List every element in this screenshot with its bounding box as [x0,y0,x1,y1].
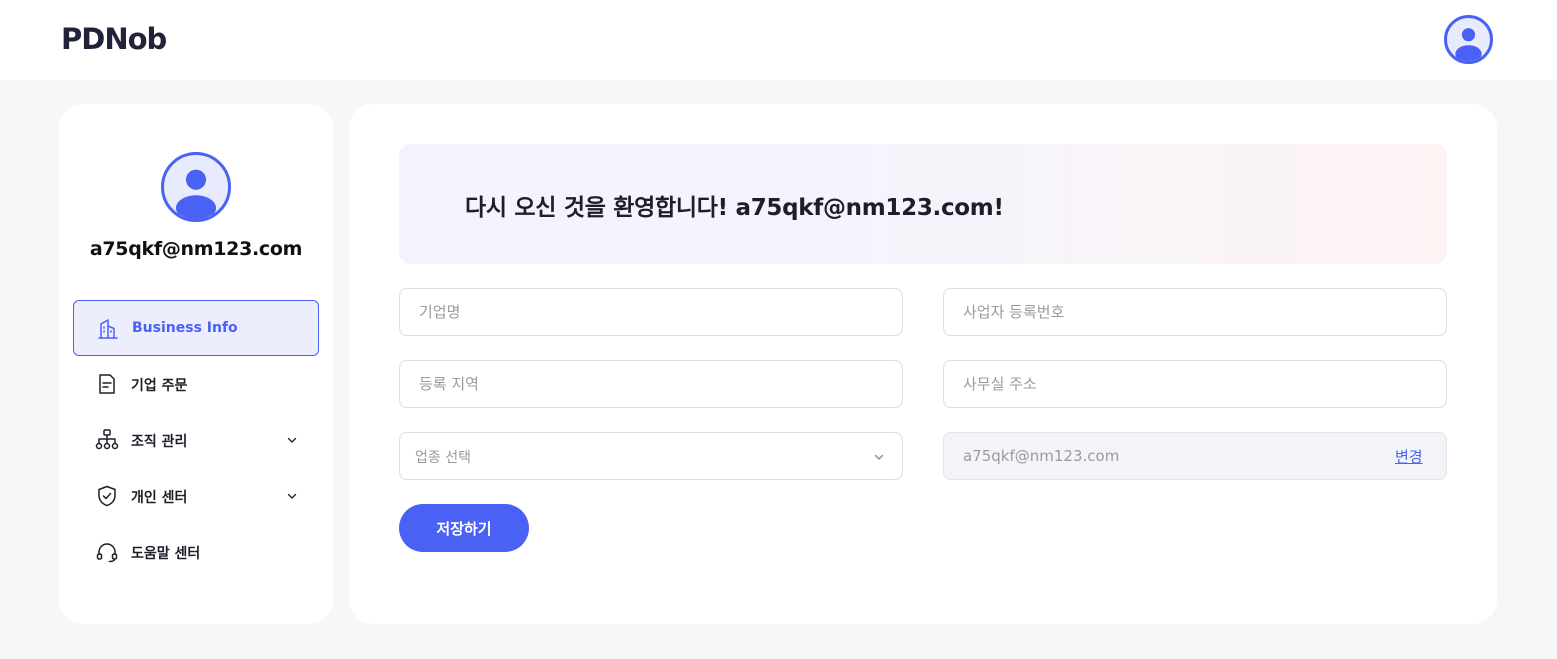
org-chart-icon [95,428,119,452]
region-field[interactable] [399,360,903,408]
save-button[interactable]: 저장하기 [399,504,529,552]
sidebar-item-enterprise-orders[interactable]: 기업 주문 [73,356,319,412]
sidebar-item-label: 조직 관리 [131,434,188,450]
sidebar: a75qkf@nm123.com Business Info 기업 주문 조직 … [59,104,333,624]
welcome-message: 다시 오신 것을 환영합니다! a75qkf@nm123.com! [465,195,1004,221]
sidebar-email: a75qkf@nm123.com [89,238,303,260]
headset-icon [95,540,119,564]
chevron-down-icon[interactable] [285,433,299,447]
document-icon [95,372,119,396]
user-avatar-button[interactable] [1444,15,1493,64]
industry-select[interactable]: 업종 선택 [399,432,903,480]
sidebar-item-org-management[interactable]: 조직 관리 [73,412,319,468]
sidebar-item-label: 기업 주문 [131,378,188,394]
office-address-input[interactable] [944,361,1446,407]
logo[interactable]: PDNob [61,22,167,56]
industry-select-value: 업종 선택 [415,450,471,466]
change-email-link[interactable]: 변경 [1395,446,1423,467]
shield-check-icon [95,484,119,508]
sidebar-item-help-center[interactable]: 도움말 센터 [73,524,319,580]
user-avatar-icon [175,169,217,219]
chevron-down-icon[interactable] [285,489,299,503]
region-input[interactable] [400,361,902,407]
business-reg-no-input[interactable] [944,289,1446,335]
user-avatar-icon [1455,28,1482,61]
building-icon [96,317,120,341]
sidebar-avatar [161,152,231,222]
chevron-down-icon [872,450,886,464]
office-address-field[interactable] [943,360,1447,408]
welcome-banner: 다시 오신 것을 환영합니다! a75qkf@nm123.com! [399,144,1447,264]
sidebar-item-personal-center[interactable]: 개인 센터 [73,468,319,524]
top-bar: PDNob [0,0,1557,80]
sidebar-item-business-info[interactable]: Business Info [73,300,319,356]
sidebar-item-label: Business Info [132,320,238,336]
email-field: a75qkf@nm123.com 변경 [943,432,1447,480]
company-name-input[interactable] [400,289,902,335]
sidebar-item-label: 도움말 센터 [131,546,201,562]
main-panel: 다시 오신 것을 환영합니다! a75qkf@nm123.com! 업종 선택 … [349,104,1497,624]
company-name-field[interactable] [399,288,903,336]
email-value: a75qkf@nm123.com [963,447,1120,465]
business-reg-no-field[interactable] [943,288,1447,336]
sidebar-item-label: 개인 센터 [131,490,188,506]
